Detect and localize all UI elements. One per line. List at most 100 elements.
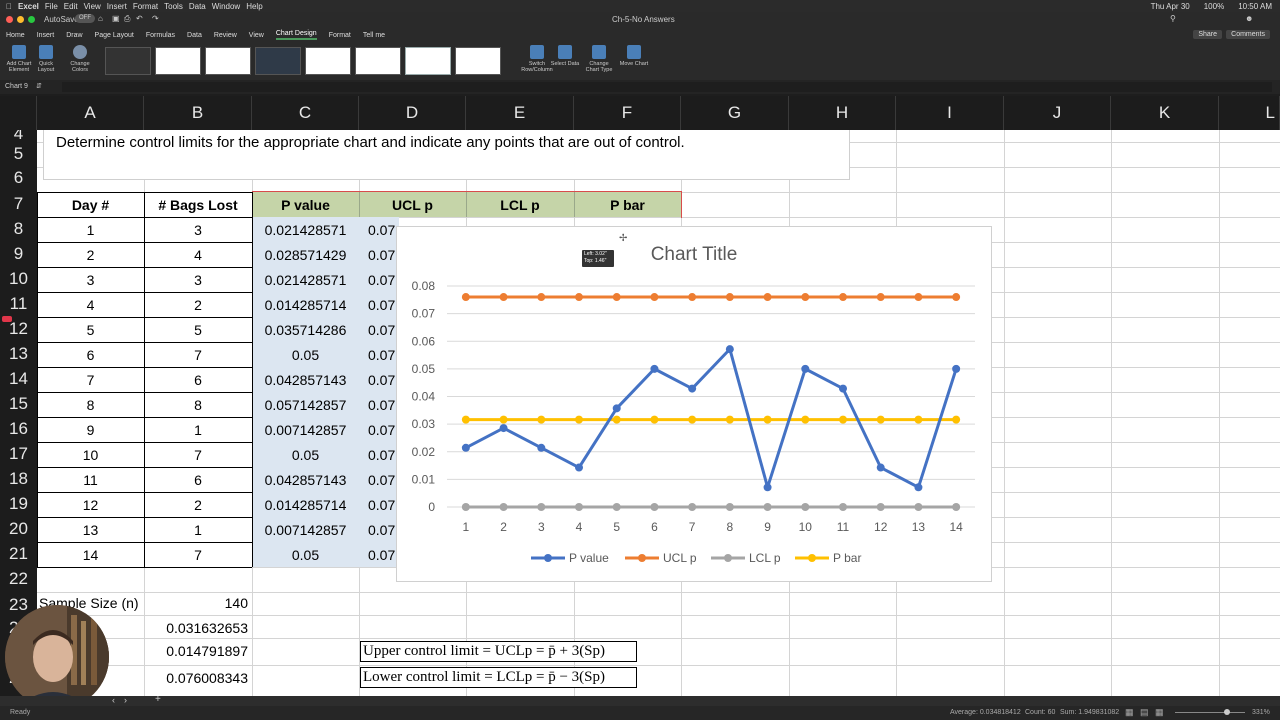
sample-size-value[interactable]: 140 xyxy=(144,592,252,614)
chart-style-1[interactable] xyxy=(105,47,151,75)
tab-format[interactable]: Format xyxy=(329,32,351,39)
row-header[interactable]: 6 xyxy=(0,168,37,188)
next-sheet-icon[interactable]: › xyxy=(124,695,127,705)
control-chart[interactable]: Chart Title 0 0.01 0.02 0.03 0.04 0.05 0.06 0.07… xyxy=(396,226,992,582)
tab-home[interactable]: Home xyxy=(6,32,25,39)
formula-input[interactable] xyxy=(62,82,1272,92)
tab-draw[interactable]: Draw xyxy=(66,32,82,39)
cell-day[interactable]: 13 xyxy=(37,517,144,542)
cell-p-value[interactable]: 0.021428571 xyxy=(252,267,359,292)
autosave-toggle[interactable]: OFF xyxy=(75,14,95,23)
cell-bags-lost[interactable]: 6 xyxy=(144,367,252,392)
cell-p-value[interactable]: 0.007142857 xyxy=(252,517,359,542)
row-header[interactable]: 13 xyxy=(0,344,37,364)
col-header-i[interactable]: I xyxy=(896,96,1004,130)
cell-day[interactable]: 5 xyxy=(37,317,144,342)
chart-style-6[interactable] xyxy=(355,47,401,75)
tab-chart-design[interactable]: Chart Design xyxy=(275,30,317,40)
cell-p-value[interactable]: 0.05 xyxy=(252,342,359,367)
chart-style-7[interactable] xyxy=(405,47,451,75)
col-header-h[interactable]: H xyxy=(789,96,896,130)
menu-tools[interactable]: Tools xyxy=(164,2,183,11)
col-header-a[interactable]: A xyxy=(37,96,144,130)
cell-bags-lost[interactable]: 6 xyxy=(144,467,252,492)
tab-view[interactable]: View xyxy=(249,32,264,39)
minimize-window-button[interactable] xyxy=(17,16,24,23)
row-header[interactable]: 15 xyxy=(0,394,37,414)
header-day[interactable]: Day # xyxy=(37,192,144,217)
page-break-view-icon[interactable]: ▦ xyxy=(1155,707,1164,718)
cell-day[interactable]: 12 xyxy=(37,492,144,517)
move-chart-button[interactable]: Move Chart xyxy=(618,45,650,67)
row-header[interactable]: 8 xyxy=(0,219,37,239)
save-icon[interactable]: ▣ xyxy=(112,14,120,23)
menu-edit[interactable]: Edit xyxy=(64,2,78,11)
cell-day[interactable]: 1 xyxy=(37,217,144,242)
cell-bags-lost[interactable]: 2 xyxy=(144,292,252,317)
zoom-slider-handle[interactable] xyxy=(1224,709,1230,715)
cell-p-value[interactable]: 0.014285714 xyxy=(252,492,359,517)
cell-bags-lost[interactable]: 7 xyxy=(144,542,252,567)
change-chart-type-button[interactable]: Change Chart Type xyxy=(583,45,615,73)
menubar-time[interactable]: 10:50 AM xyxy=(1238,2,1272,11)
menu-view[interactable]: View xyxy=(84,2,101,11)
row-header[interactable]: 14 xyxy=(0,369,37,389)
home-icon[interactable]: ⌂ xyxy=(98,14,103,23)
ucl-formula-box[interactable]: Upper control limit = UCLp = p̄ + 3(Sp) xyxy=(360,641,637,662)
cell-bags-lost[interactable]: 7 xyxy=(144,442,252,467)
name-box-dropdown-icon[interactable]: ⇵ xyxy=(36,82,42,90)
header-ucl-p[interactable]: UCL p xyxy=(359,192,466,217)
menu-format[interactable]: Format xyxy=(133,2,158,11)
cell-bags-lost[interactable]: 3 xyxy=(144,267,252,292)
cell-bags-lost[interactable]: 4 xyxy=(144,242,252,267)
col-header-b[interactable]: B xyxy=(144,96,252,130)
cell-p-value[interactable]: 0.05 xyxy=(252,542,359,567)
chart-title[interactable]: Chart Title xyxy=(651,244,738,265)
zoom-window-button[interactable] xyxy=(28,16,35,23)
cell-day[interactable]: 4 xyxy=(37,292,144,317)
close-window-button[interactable] xyxy=(6,16,13,23)
header-p-bar[interactable]: P bar xyxy=(574,192,681,217)
undo-icon[interactable]: ↶ xyxy=(136,14,143,23)
col-header-k[interactable]: K xyxy=(1111,96,1219,130)
select-data-button[interactable]: Select Data xyxy=(549,45,581,67)
col-header-j[interactable]: J xyxy=(1004,96,1111,130)
cell-bags-lost[interactable]: 5 xyxy=(144,317,252,342)
col-header-g[interactable]: G xyxy=(681,96,789,130)
cell-day[interactable]: 3 xyxy=(37,267,144,292)
lcl-formula-box[interactable]: Lower control limit = LCLp = p̄ − 3(Sp) xyxy=(360,667,637,688)
row-header[interactable]: 10 xyxy=(0,269,37,289)
row-header[interactable]: 18 xyxy=(0,469,37,489)
cell-bags-lost[interactable]: 3 xyxy=(144,217,252,242)
normal-view-icon[interactable]: ▦ xyxy=(1125,707,1134,718)
tab-review[interactable]: Review xyxy=(214,32,237,39)
cell-p-value[interactable]: 0.014285714 xyxy=(252,292,359,317)
cell-day[interactable]: 10 xyxy=(37,442,144,467)
cell-bags-lost[interactable]: 7 xyxy=(144,342,252,367)
print-icon[interactable]: ⎙ xyxy=(124,14,130,24)
cell-day[interactable]: 14 xyxy=(37,542,144,567)
col-header-c[interactable]: C xyxy=(252,96,359,130)
cell-day[interactable]: 11 xyxy=(37,467,144,492)
cell-bags-lost[interactable]: 8 xyxy=(144,392,252,417)
menu-insert[interactable]: Insert xyxy=(107,2,127,11)
quick-layout-button[interactable]: Quick Layout xyxy=(30,45,62,73)
menu-excel[interactable]: Excel xyxy=(18,2,39,11)
cell-p-value[interactable]: 0.007142857 xyxy=(252,417,359,442)
row-header[interactable]: 20 xyxy=(0,519,37,539)
select-all-corner[interactable] xyxy=(0,96,37,130)
tab-insert[interactable]: Insert xyxy=(37,32,55,39)
cell-day[interactable]: 8 xyxy=(37,392,144,417)
name-box[interactable]: Chart 9 xyxy=(5,83,28,90)
account-icon[interactable]: ☻ xyxy=(1245,14,1253,23)
menu-window[interactable]: Window xyxy=(212,2,240,11)
cell-p-value[interactable]: 0.035714286 xyxy=(252,317,359,342)
header-lcl-p[interactable]: LCL p xyxy=(466,192,574,217)
cell-bags-lost[interactable]: 2 xyxy=(144,492,252,517)
cell-p-value[interactable]: 0.028571429 xyxy=(252,242,359,267)
chart-style-4[interactable] xyxy=(255,47,301,75)
header-p-value[interactable]: P value xyxy=(252,192,359,217)
chart-style-8[interactable] xyxy=(455,47,501,75)
cell-p-value[interactable]: 0.042857143 xyxy=(252,367,359,392)
add-sheet-icon[interactable]: + xyxy=(155,694,161,705)
